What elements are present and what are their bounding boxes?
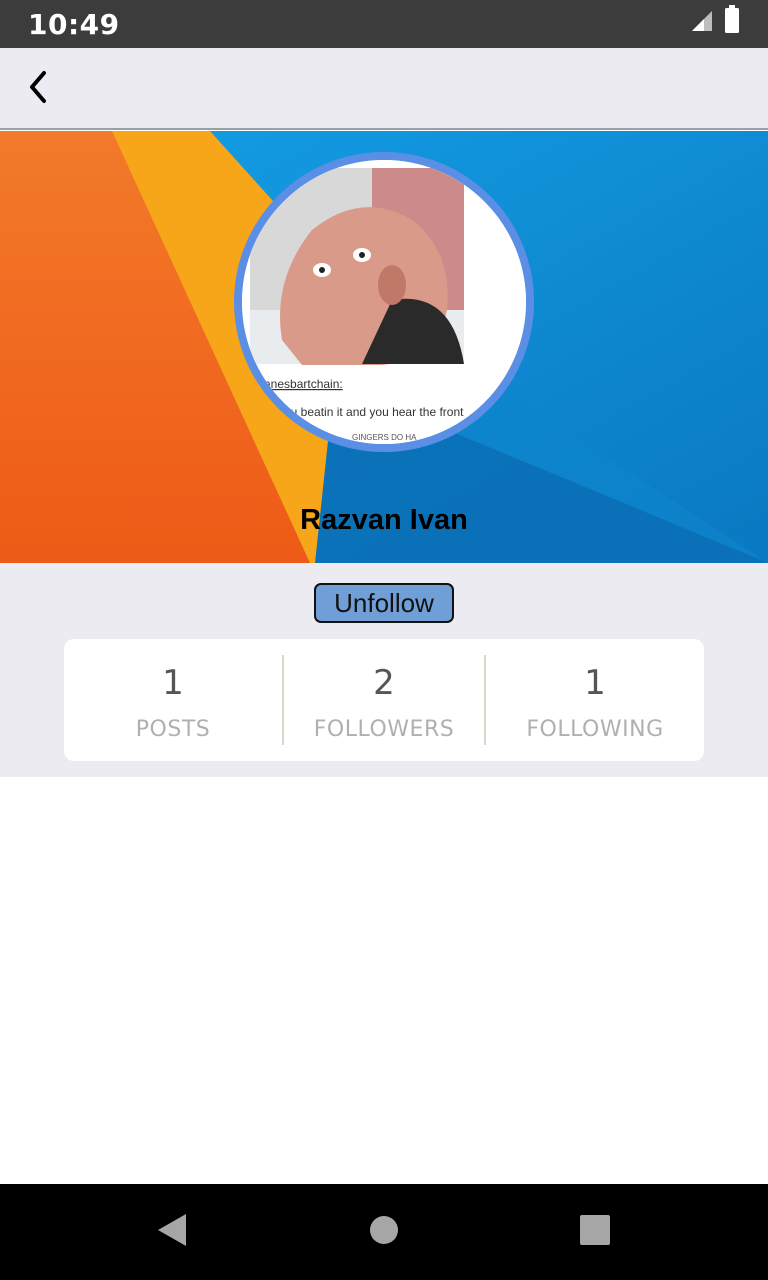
stats-card: 1 POSTS 2 FOLLOWERS 1 FOLLOWING — [64, 639, 704, 761]
stat-label: FOLLOWING — [526, 717, 664, 742]
home-circle-icon — [369, 1215, 399, 1250]
status-icons — [690, 5, 740, 38]
avatar-caption-text: ou beatin it and you hear the front — [284, 405, 464, 419]
stat-label: POSTS — [135, 717, 211, 742]
profile-info-section: Unfollow 1 POSTS 2 FOLLOWERS 1 FOLLOWING — [0, 563, 768, 777]
nav-recents-button[interactable] — [573, 1210, 617, 1254]
nav-back-button[interactable] — [150, 1210, 194, 1254]
stat-label: FOLLOWERS — [313, 717, 455, 742]
navigation-bar — [0, 1184, 768, 1280]
recents-square-icon — [580, 1214, 610, 1250]
stat-following[interactable]: 1 FOLLOWING — [486, 639, 704, 761]
unfollow-button[interactable]: Unfollow — [314, 583, 454, 623]
stat-value: 1 — [162, 663, 184, 703]
divider — [282, 655, 284, 745]
nav-home-button[interactable] — [362, 1210, 406, 1254]
avatar-caption-small: GINGERS DO HA — [352, 433, 417, 442]
stat-followers[interactable]: 2 FOLLOWERS — [282, 639, 486, 761]
back-triangle-icon — [156, 1213, 188, 1252]
profile-name: Razvan Ivan — [300, 504, 468, 536]
stat-value: 1 — [584, 663, 606, 703]
app-bar — [0, 48, 768, 130]
stat-value: 2 — [373, 663, 395, 703]
avatar[interactable]: anesbartchain: ou beatin it and you hear… — [234, 152, 534, 452]
signal-icon — [690, 9, 714, 38]
battery-icon — [724, 5, 740, 38]
status-time: 10:49 — [28, 8, 120, 41]
avatar-caption-user: anesbartchain: — [264, 377, 343, 391]
avatar-image: anesbartchain: ou beatin it and you hear… — [242, 160, 526, 444]
back-button[interactable] — [14, 64, 64, 114]
stat-posts[interactable]: 1 POSTS — [64, 639, 282, 761]
status-bar: 10:49 — [0, 0, 768, 48]
back-arrow-icon — [24, 69, 54, 110]
